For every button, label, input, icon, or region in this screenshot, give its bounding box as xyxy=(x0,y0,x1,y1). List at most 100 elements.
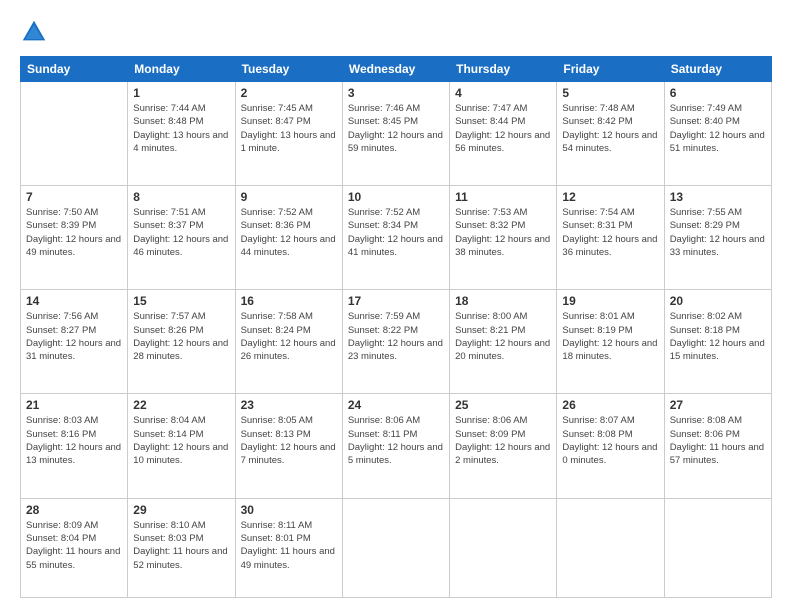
calendar-week-row: 28 Sunrise: 8:09 AM Sunset: 8:04 PM Dayli… xyxy=(21,498,772,597)
day-info: Sunrise: 7:54 AM Sunset: 8:31 PM Dayligh… xyxy=(562,206,658,259)
day-number: 29 xyxy=(133,503,229,517)
calendar-week-row: 7 Sunrise: 7:50 AM Sunset: 8:39 PM Daylig… xyxy=(21,186,772,290)
calendar-cell: 13 Sunrise: 7:55 AM Sunset: 8:29 PM Dayli… xyxy=(664,186,771,290)
weekday-header-saturday: Saturday xyxy=(664,57,771,82)
day-number: 19 xyxy=(562,294,658,308)
calendar-week-row: 14Sunrise: 7:56 AM Sunset: 8:27 PM Dayli… xyxy=(21,290,772,394)
weekday-header-wednesday: Wednesday xyxy=(342,57,449,82)
day-number: 26 xyxy=(562,398,658,412)
calendar-cell: 20 Sunrise: 8:02 AM Sunset: 8:18 PM Dayli… xyxy=(664,290,771,394)
day-info: Sunrise: 7:49 AM Sunset: 8:40 PM Dayligh… xyxy=(670,102,766,155)
calendar-cell: 17Sunrise: 7:59 AM Sunset: 8:22 PM Dayli… xyxy=(342,290,449,394)
day-info: Sunrise: 7:51 AM Sunset: 8:37 PM Dayligh… xyxy=(133,206,229,259)
calendar-cell: 10 Sunrise: 7:52 AM Sunset: 8:34 PM Dayli… xyxy=(342,186,449,290)
calendar-cell xyxy=(450,498,557,597)
day-info: Sunrise: 7:50 AM Sunset: 8:39 PM Dayligh… xyxy=(26,206,122,259)
day-number: 20 xyxy=(670,294,766,308)
day-number: 13 xyxy=(670,190,766,204)
day-number: 28 xyxy=(26,503,122,517)
calendar-cell: 21 Sunrise: 8:03 AM Sunset: 8:16 PM Dayli… xyxy=(21,394,128,498)
calendar-cell: 18 Sunrise: 8:00 AM Sunset: 8:21 PM Dayli… xyxy=(450,290,557,394)
calendar-cell: 5 Sunrise: 7:48 AM Sunset: 8:42 PM Daylig… xyxy=(557,82,664,186)
day-number: 16 xyxy=(241,294,337,308)
day-number: 23 xyxy=(241,398,337,412)
day-info: Sunrise: 7:48 AM Sunset: 8:42 PM Dayligh… xyxy=(562,102,658,155)
day-info: Sunrise: 7:57 AM Sunset: 8:26 PM Dayligh… xyxy=(133,310,229,363)
day-number: 10 xyxy=(348,190,444,204)
day-number: 1 xyxy=(133,86,229,100)
calendar-cell: 9 Sunrise: 7:52 AM Sunset: 8:36 PM Daylig… xyxy=(235,186,342,290)
day-info: Sunrise: 7:59 AM Sunset: 8:22 PM Dayligh… xyxy=(348,310,444,363)
calendar-cell: 2Sunrise: 7:45 AM Sunset: 8:47 PM Daylig… xyxy=(235,82,342,186)
day-info: Sunrise: 8:10 AM Sunset: 8:03 PM Dayligh… xyxy=(133,519,229,572)
day-number: 18 xyxy=(455,294,551,308)
day-number: 12 xyxy=(562,190,658,204)
calendar-cell xyxy=(664,498,771,597)
header xyxy=(20,18,772,46)
calendar-cell: 23 Sunrise: 8:05 AM Sunset: 8:13 PM Dayli… xyxy=(235,394,342,498)
day-info: Sunrise: 8:00 AM Sunset: 8:21 PM Dayligh… xyxy=(455,310,551,363)
logo xyxy=(20,18,52,46)
day-number: 11 xyxy=(455,190,551,204)
calendar-cell: 19 Sunrise: 8:01 AM Sunset: 8:19 PM Dayli… xyxy=(557,290,664,394)
day-info: Sunrise: 8:06 AM Sunset: 8:09 PM Dayligh… xyxy=(455,414,551,467)
day-number: 15 xyxy=(133,294,229,308)
day-info: Sunrise: 8:05 AM Sunset: 8:13 PM Dayligh… xyxy=(241,414,337,467)
calendar-cell: 29 Sunrise: 8:10 AM Sunset: 8:03 PM Dayli… xyxy=(128,498,235,597)
calendar-week-row: 1Sunrise: 7:44 AM Sunset: 8:48 PM Daylig… xyxy=(21,82,772,186)
day-info: Sunrise: 8:08 AM Sunset: 8:06 PM Dayligh… xyxy=(670,414,766,467)
day-info: Sunrise: 8:11 AM Sunset: 8:01 PM Dayligh… xyxy=(241,519,337,572)
day-number: 5 xyxy=(562,86,658,100)
day-number: 22 xyxy=(133,398,229,412)
calendar-cell: 16 Sunrise: 7:58 AM Sunset: 8:24 PM Dayli… xyxy=(235,290,342,394)
day-info: Sunrise: 7:58 AM Sunset: 8:24 PM Dayligh… xyxy=(241,310,337,363)
day-info: Sunrise: 7:46 AM Sunset: 8:45 PM Dayligh… xyxy=(348,102,444,155)
day-info: Sunrise: 7:47 AM Sunset: 8:44 PM Dayligh… xyxy=(455,102,551,155)
calendar-cell xyxy=(557,498,664,597)
day-number: 4 xyxy=(455,86,551,100)
calendar-cell: 6 Sunrise: 7:49 AM Sunset: 8:40 PM Daylig… xyxy=(664,82,771,186)
calendar-table: SundayMondayTuesdayWednesdayThursdayFrid… xyxy=(20,56,772,598)
calendar-cell: 25Sunrise: 8:06 AM Sunset: 8:09 PM Dayli… xyxy=(450,394,557,498)
calendar-cell: 1Sunrise: 7:44 AM Sunset: 8:48 PM Daylig… xyxy=(128,82,235,186)
day-info: Sunrise: 8:01 AM Sunset: 8:19 PM Dayligh… xyxy=(562,310,658,363)
day-number: 14 xyxy=(26,294,122,308)
day-number: 7 xyxy=(26,190,122,204)
day-info: Sunrise: 8:03 AM Sunset: 8:16 PM Dayligh… xyxy=(26,414,122,467)
day-info: Sunrise: 7:55 AM Sunset: 8:29 PM Dayligh… xyxy=(670,206,766,259)
calendar-cell: 22Sunrise: 8:04 AM Sunset: 8:14 PM Dayli… xyxy=(128,394,235,498)
day-info: Sunrise: 8:09 AM Sunset: 8:04 PM Dayligh… xyxy=(26,519,122,572)
weekday-header-tuesday: Tuesday xyxy=(235,57,342,82)
calendar-cell: 12 Sunrise: 7:54 AM Sunset: 8:31 PM Dayli… xyxy=(557,186,664,290)
calendar-cell xyxy=(21,82,128,186)
day-info: Sunrise: 8:02 AM Sunset: 8:18 PM Dayligh… xyxy=(670,310,766,363)
logo-icon xyxy=(20,18,48,46)
calendar-cell: 11 Sunrise: 7:53 AM Sunset: 8:32 PM Dayli… xyxy=(450,186,557,290)
day-info: Sunrise: 7:53 AM Sunset: 8:32 PM Dayligh… xyxy=(455,206,551,259)
day-info: Sunrise: 7:52 AM Sunset: 8:36 PM Dayligh… xyxy=(241,206,337,259)
day-info: Sunrise: 8:07 AM Sunset: 8:08 PM Dayligh… xyxy=(562,414,658,467)
weekday-header-sunday: Sunday xyxy=(21,57,128,82)
day-number: 27 xyxy=(670,398,766,412)
day-info: Sunrise: 8:06 AM Sunset: 8:11 PM Dayligh… xyxy=(348,414,444,467)
day-number: 30 xyxy=(241,503,337,517)
day-info: Sunrise: 7:45 AM Sunset: 8:47 PM Dayligh… xyxy=(241,102,337,155)
calendar-cell: 3 Sunrise: 7:46 AM Sunset: 8:45 PM Daylig… xyxy=(342,82,449,186)
day-number: 3 xyxy=(348,86,444,100)
weekday-header-thursday: Thursday xyxy=(450,57,557,82)
calendar-cell: 28 Sunrise: 8:09 AM Sunset: 8:04 PM Dayli… xyxy=(21,498,128,597)
day-number: 21 xyxy=(26,398,122,412)
day-number: 9 xyxy=(241,190,337,204)
day-number: 6 xyxy=(670,86,766,100)
day-number: 8 xyxy=(133,190,229,204)
calendar-cell: 4 Sunrise: 7:47 AM Sunset: 8:44 PM Daylig… xyxy=(450,82,557,186)
page: SundayMondayTuesdayWednesdayThursdayFrid… xyxy=(0,0,792,612)
calendar-cell: 26 Sunrise: 8:07 AM Sunset: 8:08 PM Dayli… xyxy=(557,394,664,498)
calendar-week-row: 21 Sunrise: 8:03 AM Sunset: 8:16 PM Dayli… xyxy=(21,394,772,498)
calendar-cell: 7 Sunrise: 7:50 AM Sunset: 8:39 PM Daylig… xyxy=(21,186,128,290)
calendar-cell: 24Sunrise: 8:06 AM Sunset: 8:11 PM Dayli… xyxy=(342,394,449,498)
weekday-header-row: SundayMondayTuesdayWednesdayThursdayFrid… xyxy=(21,57,772,82)
day-info: Sunrise: 7:52 AM Sunset: 8:34 PM Dayligh… xyxy=(348,206,444,259)
calendar-cell: 27 Sunrise: 8:08 AM Sunset: 8:06 PM Dayli… xyxy=(664,394,771,498)
calendar-cell: 8 Sunrise: 7:51 AM Sunset: 8:37 PM Daylig… xyxy=(128,186,235,290)
